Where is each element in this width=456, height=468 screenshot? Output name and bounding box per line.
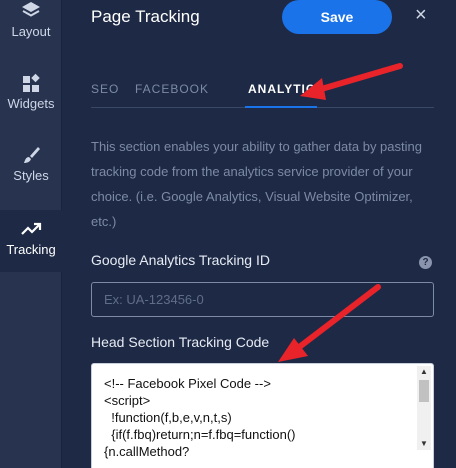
page-tracking-panel: Page Tracking Save × SEO FACEBOOK ANALYT…: [63, 0, 456, 468]
rail-item-tracking[interactable]: Tracking: [0, 210, 62, 272]
scroll-down-icon[interactable]: ▼: [417, 438, 431, 450]
active-tab-indicator: [245, 106, 317, 108]
rail-label-widgets: Widgets: [7, 96, 55, 111]
ga-field-label: Google Analytics Tracking ID: [91, 252, 270, 268]
rail-label-styles: Styles: [13, 168, 49, 183]
layers-icon: [22, 2, 40, 17]
scroll-thumb[interactable]: [419, 380, 429, 402]
rail-label-layout: Layout: [11, 24, 51, 39]
rail-item-widgets[interactable]: Widgets: [0, 72, 62, 120]
close-icon[interactable]: ×: [415, 4, 427, 27]
brush-icon: [24, 147, 40, 163]
code-line: !function(f,b,e,v,n,t,s): [104, 410, 232, 425]
scroll-up-icon[interactable]: ▲: [417, 366, 431, 378]
code-line: <script>: [104, 393, 151, 408]
tab-facebook[interactable]: FACEBOOK: [135, 82, 209, 96]
rail-item-layout[interactable]: Layout: [0, 0, 62, 48]
widgets-icon: [23, 73, 40, 92]
section-description: This section enables your ability to gat…: [91, 139, 422, 229]
code-line: <!-- Facebook Pixel Code -->: [104, 376, 271, 391]
code-line: {if(f.fbq)return;n=f.fbq=function(): [104, 427, 296, 442]
panel-title: Page Tracking: [91, 7, 200, 26]
tab-analytics[interactable]: ANALYTICS: [248, 82, 325, 96]
tab-bar: SEO FACEBOOK ANALYTICS: [91, 82, 434, 108]
save-button[interactable]: Save: [282, 0, 392, 34]
ga-tracking-id-input[interactable]: [91, 282, 434, 317]
left-rail: Layout Widgets Styles Tracking: [0, 0, 62, 468]
head-code-label: Head Section Tracking Code: [91, 334, 270, 350]
code-scrollbar[interactable]: ▲ ▼: [417, 366, 431, 450]
rail-label-tracking: Tracking: [6, 242, 56, 257]
head-code-textarea[interactable]: <!-- Facebook Pixel Code --> <script> !f…: [91, 363, 434, 468]
trending-icon: [21, 222, 42, 235]
code-line: {n.callMethod?: [104, 444, 190, 459]
rail-item-styles[interactable]: Styles: [0, 144, 62, 192]
help-icon[interactable]: ?: [419, 256, 432, 269]
tab-seo[interactable]: SEO: [91, 82, 119, 96]
code-content: <!-- Facebook Pixel Code --> <script> !f…: [104, 375, 296, 460]
